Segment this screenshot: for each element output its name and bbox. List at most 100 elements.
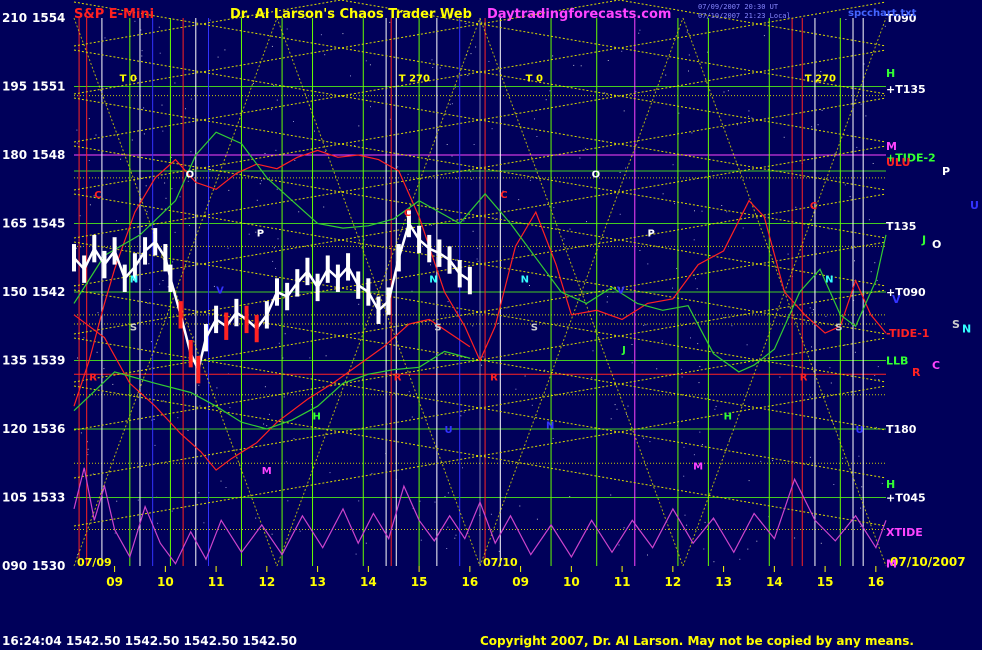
symbol-title: S&P E-Mini — [74, 7, 154, 22]
star-dot — [721, 205, 723, 206]
star-dot — [591, 376, 593, 378]
star-dot — [143, 107, 145, 109]
star-dot — [248, 233, 250, 235]
star-dot — [455, 534, 457, 536]
star-dot — [606, 301, 608, 303]
price-bar — [315, 273, 320, 302]
star-dot — [146, 211, 148, 213]
date-label-right: 07/10/2007 — [890, 555, 966, 569]
planet-marker-label: R — [394, 372, 402, 383]
star-dot — [143, 133, 145, 135]
star-dot — [434, 501, 436, 503]
right-level-label: LLB — [886, 355, 908, 368]
star-dot — [742, 227, 744, 229]
star-dot — [699, 431, 701, 433]
star-dot — [678, 112, 680, 114]
star-dot — [163, 400, 165, 402]
star-dot — [861, 486, 863, 488]
planet-marker-label: U — [856, 425, 864, 436]
star-dot — [462, 467, 463, 469]
star-dot — [549, 90, 551, 92]
star-dot — [494, 219, 496, 221]
star-dot — [190, 98, 192, 100]
star-dot — [607, 60, 609, 61]
x-tick-label: 10 — [157, 575, 174, 589]
x-tick-label: 15 — [817, 575, 834, 589]
star-dot — [276, 99, 278, 101]
star-dot — [150, 341, 152, 343]
star-dot — [693, 454, 695, 456]
star-dot — [408, 391, 410, 393]
star-dot — [491, 128, 493, 130]
x-tick-label: 10 — [563, 575, 580, 589]
star-dot — [447, 301, 449, 303]
star-dot — [131, 139, 133, 141]
star-dot — [681, 376, 683, 378]
price-bar — [178, 301, 183, 329]
price-bar — [264, 301, 269, 329]
star-dot — [519, 505, 521, 507]
right-level-label: XTIDE — [886, 526, 923, 539]
x-tick-label: 14 — [360, 575, 377, 589]
star-dot — [463, 220, 465, 222]
star-dot — [455, 259, 456, 261]
star-dot — [844, 344, 846, 346]
star-dot — [854, 351, 856, 353]
planet-marker-label: M — [262, 466, 272, 477]
star-dot — [482, 356, 484, 358]
price-bar — [122, 264, 127, 292]
right-level-label: N — [962, 323, 971, 336]
star-dot — [586, 221, 587, 223]
left-axis-price-label: 1530 — [32, 559, 65, 573]
price-bar — [346, 253, 351, 281]
price-bar — [224, 312, 229, 340]
star-dot — [161, 104, 163, 106]
star-dot — [490, 513, 492, 515]
star-dot — [694, 210, 695, 212]
star-dot — [227, 247, 229, 249]
star-dot — [447, 492, 449, 494]
price-bar — [203, 323, 208, 352]
star-dot — [213, 285, 215, 287]
star-dot — [809, 396, 811, 398]
star-dot — [431, 59, 433, 61]
price-bar — [234, 298, 239, 327]
star-dot — [314, 130, 315, 132]
star-dot — [809, 456, 811, 458]
star-dot — [446, 548, 448, 549]
planet-marker-label: R — [89, 372, 97, 383]
star-dot — [830, 382, 832, 384]
star-dot — [171, 510, 173, 512]
star-dot — [157, 522, 159, 524]
t-phase-label: T 270 — [399, 73, 430, 84]
star-dot — [179, 196, 181, 198]
star-dot — [174, 231, 176, 233]
right-level-label: T135 — [886, 220, 916, 233]
star-dot — [116, 220, 117, 222]
star-dot — [854, 260, 855, 262]
star-dot — [449, 103, 451, 105]
price-bar — [82, 255, 87, 283]
star-dot — [76, 142, 78, 144]
price-bar — [196, 355, 201, 384]
price-bar — [437, 239, 442, 267]
star-dot — [748, 110, 750, 112]
star-dot — [610, 494, 612, 496]
star-dot — [294, 160, 296, 161]
star-dot — [825, 315, 827, 317]
star-dot — [820, 542, 822, 544]
star-dot — [299, 530, 301, 532]
star-dot — [145, 185, 147, 187]
left-axis-price-label: 1536 — [32, 422, 65, 436]
star-dot — [309, 357, 311, 359]
star-dot — [580, 65, 582, 67]
site-link[interactable]: Daytradingforecasts.com — [487, 7, 671, 22]
star-dot — [432, 67, 434, 68]
price-bar — [447, 246, 452, 274]
star-dot — [529, 179, 531, 181]
star-dot — [283, 396, 285, 398]
star-dot — [358, 125, 360, 127]
planet-marker-label: V — [216, 286, 224, 297]
star-dot — [177, 417, 179, 419]
price-bar — [153, 228, 158, 256]
